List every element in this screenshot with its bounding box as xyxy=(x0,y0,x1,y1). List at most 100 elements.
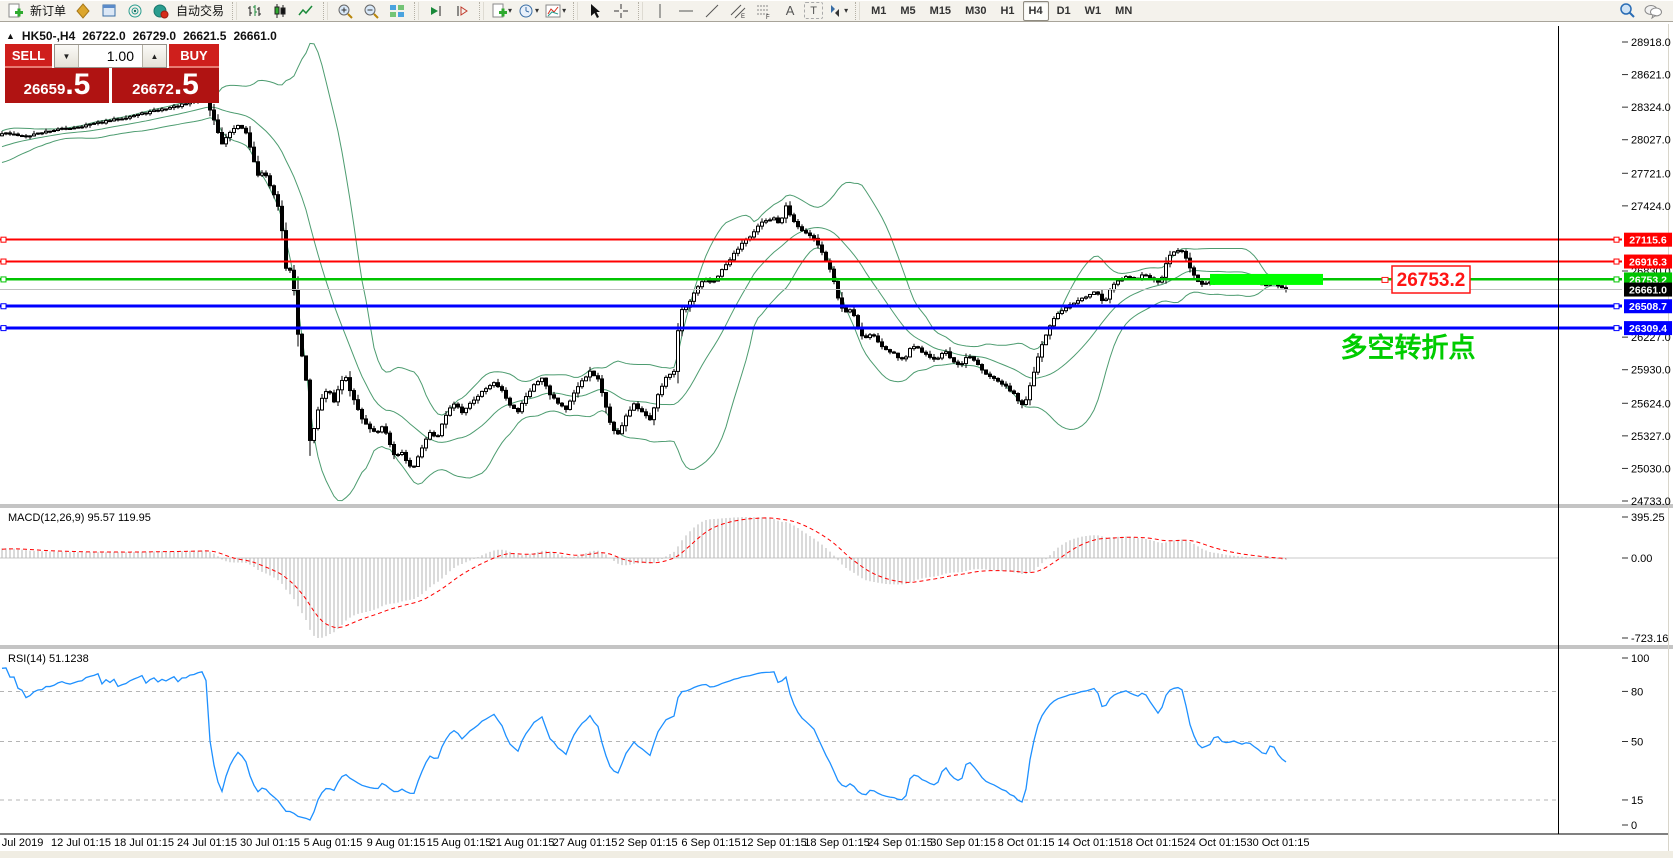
timeframe-button-D1[interactable]: D1 xyxy=(1051,1,1077,21)
svg-text:28027.0: 28027.0 xyxy=(1631,135,1671,147)
sell-button[interactable]: SELL xyxy=(5,44,52,68)
svg-text:26508.7: 26508.7 xyxy=(1629,301,1667,313)
autotrading-icon xyxy=(153,3,169,19)
new-order-label[interactable]: 新订单 xyxy=(30,2,66,19)
chat-button[interactable] xyxy=(1641,0,1665,22)
svg-text:18 Jul 01:15: 18 Jul 01:15 xyxy=(114,837,174,849)
text-tool-button[interactable]: A xyxy=(778,0,802,22)
volume-decrease-button[interactable]: ▼ xyxy=(55,45,79,67)
cursor-tool-button[interactable] xyxy=(583,0,607,22)
sell-price[interactable]: 26659.5 xyxy=(5,68,109,103)
svg-text:0.00: 0.00 xyxy=(1631,553,1652,565)
svg-text:12 Jul 01:15: 12 Jul 01:15 xyxy=(51,837,111,849)
cursor-icon xyxy=(587,3,603,19)
timeframe-button-H4[interactable]: H4 xyxy=(1023,1,1049,21)
auto-scroll-icon xyxy=(428,3,444,19)
svg-text:F: F xyxy=(766,15,770,19)
zoom-in-button[interactable] xyxy=(333,0,357,22)
buy-button[interactable]: BUY xyxy=(169,44,219,68)
bar-low-value: 26621.5 xyxy=(183,29,226,43)
volume-input[interactable]: 1.00 xyxy=(79,45,142,67)
letter-a-icon: A xyxy=(786,3,795,18)
autotrading-label[interactable]: 自动交易 xyxy=(176,2,224,19)
toolbar-separator xyxy=(479,2,484,20)
svg-text:28621.0: 28621.0 xyxy=(1631,70,1671,82)
trendline-tool-button[interactable] xyxy=(700,0,724,22)
svg-text:15 Aug 01:15: 15 Aug 01:15 xyxy=(427,837,492,849)
chart-shift-button[interactable] xyxy=(450,0,474,22)
buy-price[interactable]: 26672.5 xyxy=(112,68,219,103)
zoom-out-button[interactable] xyxy=(359,0,383,22)
search-button[interactable] xyxy=(1615,0,1639,22)
svg-text:24 Jul 01:15: 24 Jul 01:15 xyxy=(177,837,237,849)
crosshair-tool-button[interactable] xyxy=(609,0,633,22)
tile-windows-button[interactable] xyxy=(385,0,409,22)
toolbar-separator xyxy=(573,2,578,20)
trading-terminal-window: 新订单 自动交易 xyxy=(0,0,1673,858)
svg-text:30 Oct 01:15: 30 Oct 01:15 xyxy=(1247,837,1310,849)
svg-text:9 Aug 01:15: 9 Aug 01:15 xyxy=(367,837,426,849)
timeframe-button-M15[interactable]: M15 xyxy=(924,1,957,21)
timeframe-button-M5[interactable]: M5 xyxy=(894,1,921,21)
toolbar-separator xyxy=(323,2,328,20)
toolbar-separator xyxy=(232,2,237,20)
candlestick-mode-button[interactable] xyxy=(268,0,292,22)
svg-text:多空转折点: 多空转折点 xyxy=(1341,332,1476,363)
arrow-objects-icon xyxy=(827,3,843,19)
arrows-tool-button[interactable]: ▾ xyxy=(825,0,850,22)
horizontal-line-icon xyxy=(678,3,694,19)
data-window-button[interactable] xyxy=(97,0,121,22)
panel-collapse-icon[interactable]: ▲ xyxy=(6,31,15,41)
market-watch-button[interactable] xyxy=(71,0,95,22)
horizontal-line-tool-button[interactable] xyxy=(674,0,698,22)
chart-canvas[interactable]: 28918.028621.028324.028027.027721.027424… xyxy=(0,24,1673,858)
chart-symbol-period: HK50-,H4 xyxy=(22,29,75,43)
new-chart-button[interactable]: ▾ xyxy=(489,0,514,22)
line-chart-mode-button[interactable] xyxy=(294,0,318,22)
vertical-line-tool-button[interactable] xyxy=(648,0,672,22)
timeframe-button-W1[interactable]: W1 xyxy=(1079,1,1108,21)
svg-text:8 Jul 2019: 8 Jul 2019 xyxy=(0,837,43,849)
volume-increase-button[interactable]: ▲ xyxy=(142,45,166,67)
bar-close-value: 26661.0 xyxy=(233,29,276,43)
svg-text:MACD(12,26,9) 95.57 119.95: MACD(12,26,9) 95.57 119.95 xyxy=(8,512,151,524)
ohlc-bars-icon xyxy=(246,3,262,19)
candlestick-icon xyxy=(272,3,288,19)
chevron-down-icon: ▾ xyxy=(562,6,566,15)
svg-text:30 Sep 01:15: 30 Sep 01:15 xyxy=(930,837,995,849)
svg-text:5 Aug 01:15: 5 Aug 01:15 xyxy=(304,837,363,849)
autotrading-button[interactable] xyxy=(149,0,173,22)
bar-high-value: 26729.0 xyxy=(133,29,176,43)
timeframe-button-M30[interactable]: M30 xyxy=(959,1,992,21)
line-chart-icon xyxy=(298,3,314,19)
timeframe-button-MN[interactable]: MN xyxy=(1109,1,1138,21)
zoom-in-icon xyxy=(337,3,353,19)
chevron-down-icon: ▾ xyxy=(508,6,512,15)
chart-shift-icon xyxy=(454,3,470,19)
timeframe-button-H1[interactable]: H1 xyxy=(994,1,1020,21)
clock-icon xyxy=(518,3,534,19)
channel-tool-button[interactable]: E xyxy=(726,0,750,22)
periods-button[interactable]: ▾ xyxy=(516,0,541,22)
svg-text:21 Aug 01:15: 21 Aug 01:15 xyxy=(490,837,555,849)
svg-text:24733.0: 24733.0 xyxy=(1631,496,1671,508)
svg-text:27721.0: 27721.0 xyxy=(1631,168,1671,180)
svg-text:28324.0: 28324.0 xyxy=(1631,102,1671,114)
svg-text:24 Sep 01:15: 24 Sep 01:15 xyxy=(867,837,932,849)
new-order-button[interactable] xyxy=(3,0,27,22)
vertical-line-icon xyxy=(652,3,668,19)
text-label-tool-button[interactable]: T xyxy=(804,2,823,19)
timeframe-group: M1M5M15M30H1H4D1W1MN xyxy=(864,1,1139,21)
templates-button[interactable]: ▾ xyxy=(543,0,568,22)
one-click-trading-panel: SELL ▼ 1.00 ▲ BUY 26659.5 26672.5 xyxy=(5,44,219,103)
svg-text:24 Oct 01:15: 24 Oct 01:15 xyxy=(1184,837,1247,849)
fibonacci-tool-button[interactable]: F xyxy=(752,0,776,22)
svg-text:RSI(14) 51.1238: RSI(14) 51.1238 xyxy=(8,653,89,665)
navigator-button[interactable] xyxy=(123,0,147,22)
auto-scroll-button[interactable] xyxy=(424,0,448,22)
svg-text:26661.0: 26661.0 xyxy=(1629,285,1667,297)
search-icon xyxy=(1618,2,1636,20)
bar-chart-mode-button[interactable] xyxy=(242,0,266,22)
equidistant-channel-icon: E xyxy=(730,3,746,19)
timeframe-button-M1[interactable]: M1 xyxy=(865,1,892,21)
